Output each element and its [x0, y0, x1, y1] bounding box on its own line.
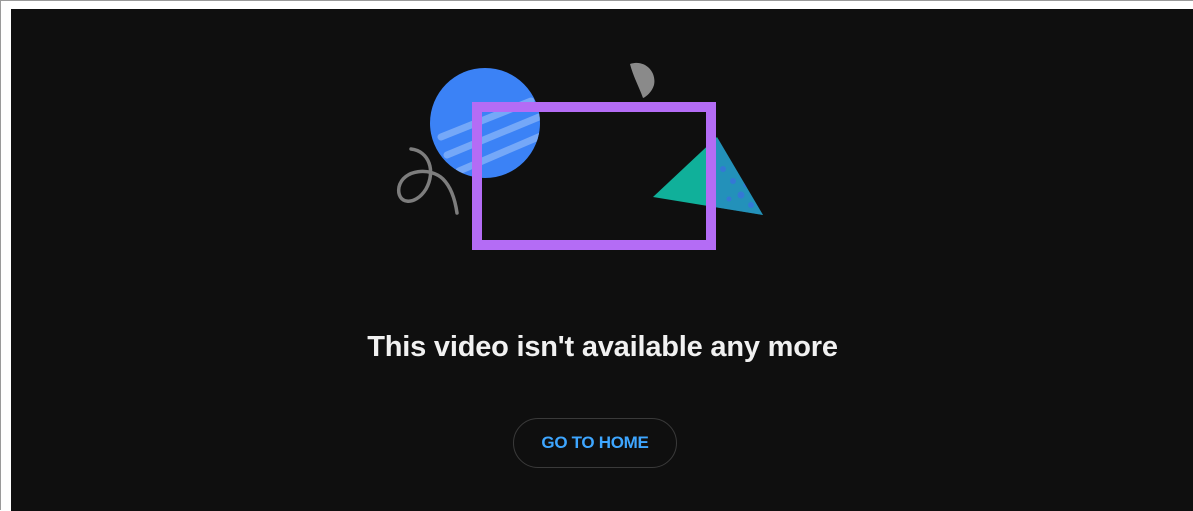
go-to-home-button[interactable]: GO TO HOME: [513, 418, 677, 468]
unavailable-message: This video isn't available any more: [367, 331, 838, 363]
gray-leaf-icon: [630, 62, 655, 98]
blue-circle-icon: [430, 68, 540, 178]
video-unavailable-page: This video isn't available any more GO T…: [11, 9, 1193, 511]
error-illustration: [397, 62, 763, 250]
browser-frame: This video isn't available any more GO T…: [0, 0, 1193, 511]
